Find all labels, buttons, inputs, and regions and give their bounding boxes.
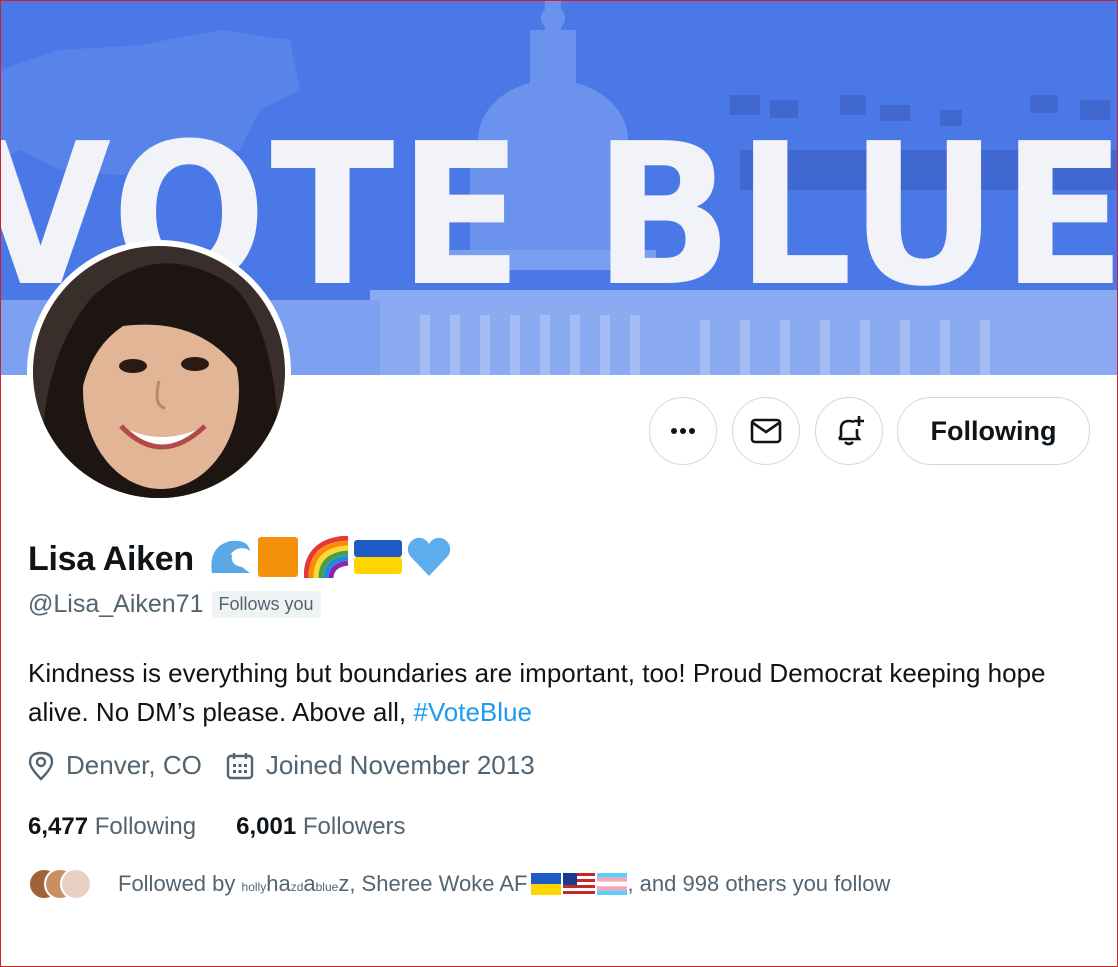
followed-by-row[interactable]: Followed by hollyhazdabluez, Sheree Woke…	[28, 866, 890, 902]
ukraine-flag-icon	[531, 873, 562, 895]
following-label: Following	[94, 813, 197, 840]
name-emojis	[208, 535, 456, 583]
usa-flag-icon	[563, 873, 596, 895]
display-name: Lisa Aiken	[28, 539, 194, 578]
joined-text: Joined November 2013	[265, 750, 535, 780]
calendar-icon	[226, 752, 254, 779]
profile-meta: Denver, CO Joined November 2013	[28, 750, 559, 781]
mutual-avatar	[60, 868, 92, 900]
profile-avatar[interactable]	[27, 240, 291, 504]
more-dots-icon	[671, 428, 695, 434]
followed-by-suffix: , and 998 others you follow	[627, 871, 891, 896]
joined-item: Joined November 2013	[226, 750, 535, 781]
rainbow-icon	[303, 535, 350, 583]
following-button[interactable]: Following	[897, 397, 1090, 465]
follows-you-badge: Follows you	[211, 591, 321, 618]
location-text: Denver, CO	[66, 750, 202, 780]
handle-row: @Lisa_Aiken71 Follows you	[28, 590, 321, 619]
orange-square-icon	[256, 536, 300, 583]
transgender-flag-icon	[597, 873, 628, 895]
followers-stat-link[interactable]: 6,001 Followers	[236, 813, 405, 841]
mutual-avatars	[28, 866, 98, 902]
bell-plus-icon	[837, 416, 864, 446]
notifications-button[interactable]	[815, 397, 883, 465]
profile-handle: @Lisa_Aiken71	[28, 590, 204, 618]
profile-bio: Kindness is everything but boundaries ar…	[28, 654, 1098, 732]
avatar-photo	[33, 246, 285, 498]
blue-heart-icon	[406, 536, 452, 583]
following-stat-link[interactable]: 6,477 Following	[28, 813, 196, 841]
more-options-button[interactable]	[649, 397, 717, 465]
message-button[interactable]	[732, 397, 800, 465]
profile-name-row: Lisa Aiken	[28, 535, 456, 583]
followed-by-flags	[531, 873, 628, 895]
bio-hashtag-link[interactable]: #VoteBlue	[413, 697, 532, 727]
location-item: Denver, CO	[28, 750, 202, 781]
profile-stats: 6,477 Following 6,001 Followers	[28, 813, 446, 841]
envelope-icon	[750, 418, 782, 444]
wave-icon	[208, 537, 252, 582]
followers-count: 6,001	[236, 813, 297, 840]
bio-text: Kindness is everything but boundaries ar…	[28, 658, 1046, 727]
location-pin-icon	[28, 751, 54, 781]
followed-by-text: Followed by hollyhazdabluez, Sheree Woke…	[118, 871, 528, 896]
followers-label: Followers	[302, 813, 406, 840]
following-count: 6,477	[28, 813, 89, 840]
ukraine-flag-icon	[353, 539, 402, 579]
